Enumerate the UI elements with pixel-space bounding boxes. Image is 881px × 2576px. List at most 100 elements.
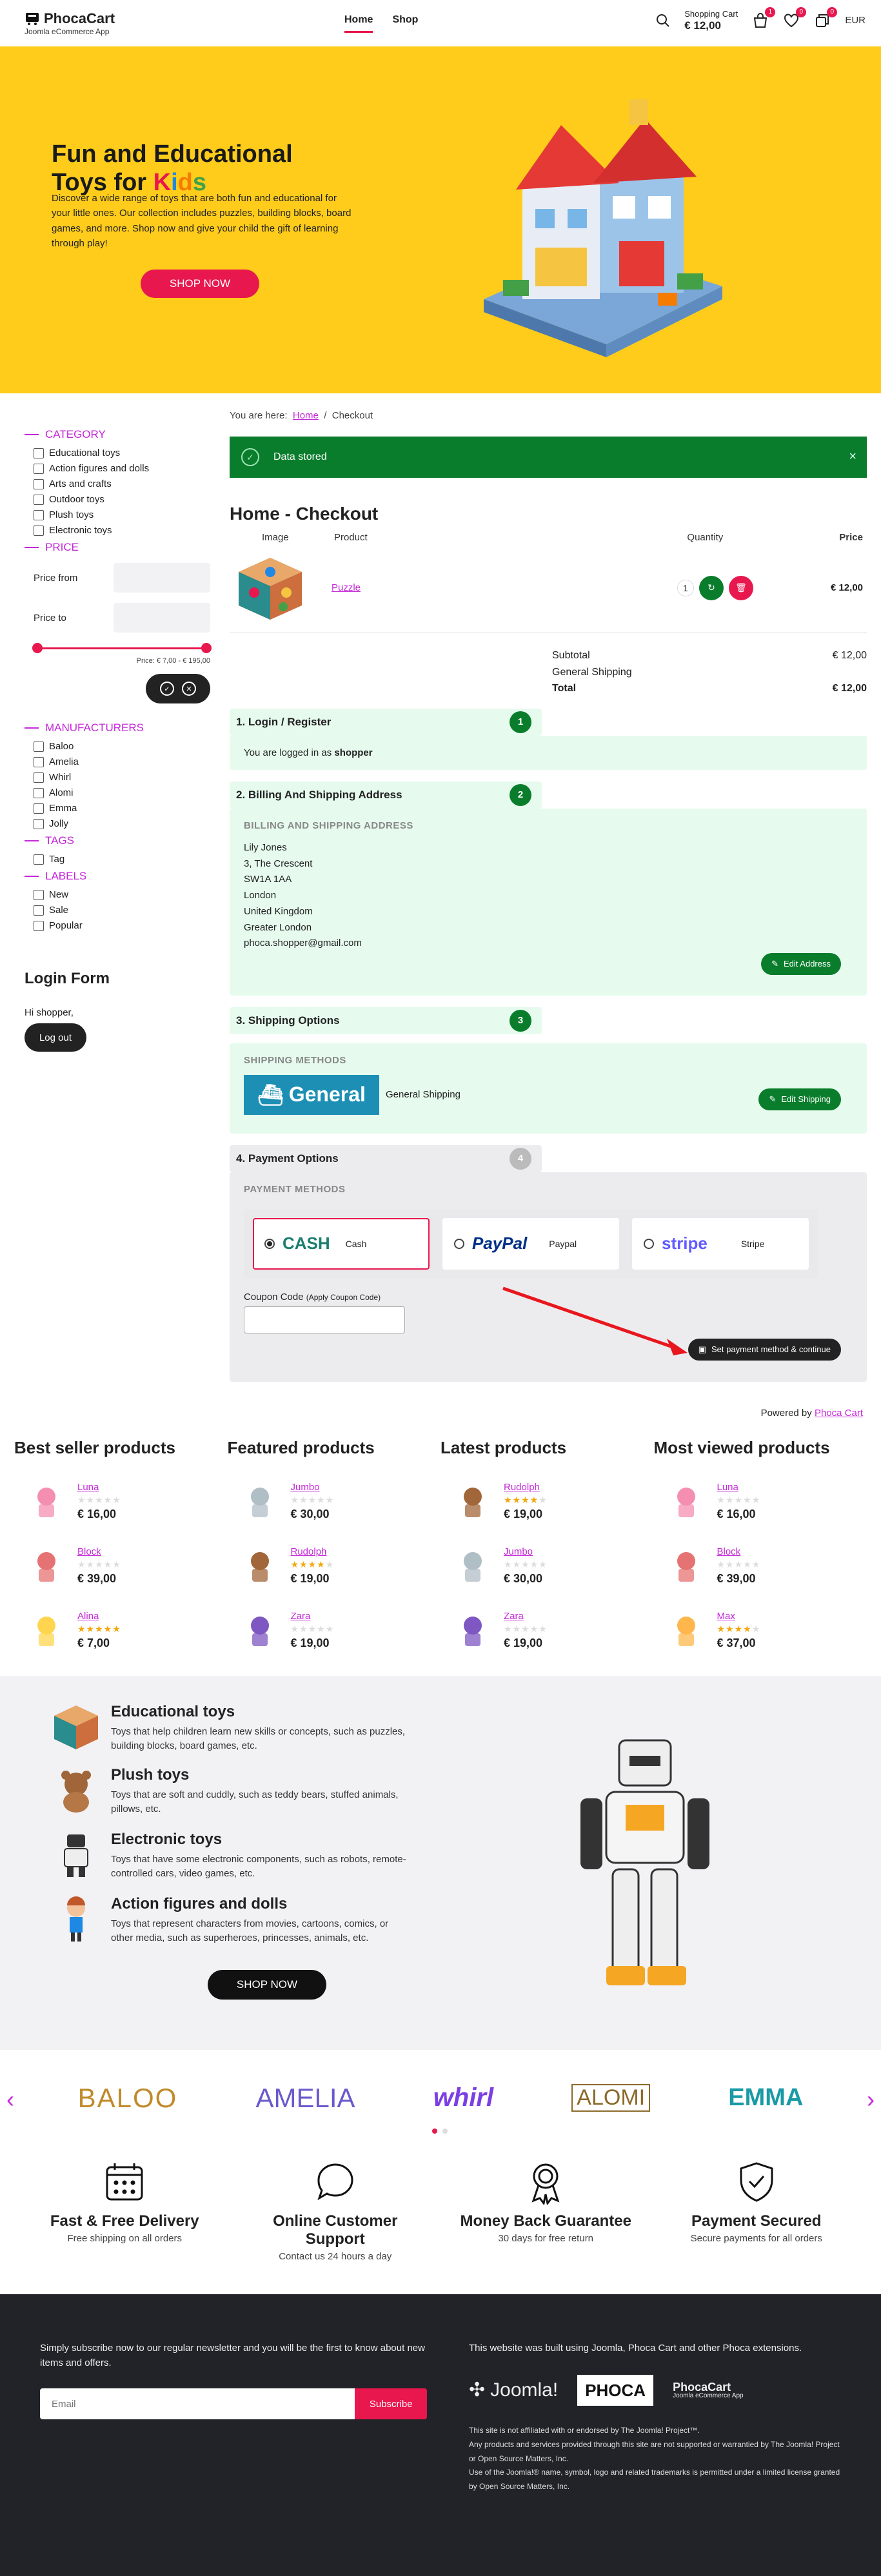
- product-thumbnail[interactable]: [455, 1484, 491, 1520]
- checkbox[interactable]: [34, 854, 44, 865]
- product-link[interactable]: Rudolph: [504, 1482, 540, 1493]
- product-link[interactable]: Block: [77, 1546, 101, 1557]
- filter-label-new[interactable]: New: [34, 889, 210, 900]
- carousel-dot[interactable]: [442, 2128, 448, 2134]
- brand-logo[interactable]: whirl: [433, 2083, 493, 2112]
- breadcrumb-home[interactable]: Home: [293, 410, 319, 421]
- checkbox[interactable]: [34, 905, 44, 916]
- filter-manufacturer[interactable]: Whirl: [34, 772, 210, 783]
- radio-selected[interactable]: [264, 1238, 275, 1249]
- product-thumbnail[interactable]: [28, 1613, 64, 1649]
- product-link[interactable]: Rudolph: [291, 1546, 327, 1557]
- coupon-input[interactable]: [244, 1306, 405, 1333]
- checkbox[interactable]: [34, 494, 44, 505]
- heart-icon[interactable]: 0: [783, 6, 807, 29]
- list-item[interactable]: Block ★★★★★ € 39,00: [14, 1534, 228, 1598]
- checkbox[interactable]: [34, 509, 44, 520]
- filter-category[interactable]: Electronic toys: [34, 525, 210, 536]
- product-thumbnail[interactable]: [668, 1613, 704, 1649]
- filter-category[interactable]: Arts and crafts: [34, 478, 210, 489]
- product-link[interactable]: Zara: [504, 1611, 524, 1622]
- product-link[interactable]: Jumbo: [504, 1546, 533, 1557]
- quantity-value[interactable]: 1: [677, 579, 694, 596]
- product-thumbnail[interactable]: [668, 1548, 704, 1584]
- filter-manufacturer[interactable]: Emma: [34, 803, 210, 814]
- brand-logo[interactable]: BALOO: [78, 2083, 178, 2114]
- newsletter-email-input[interactable]: [40, 2388, 355, 2420]
- filter-category[interactable]: Plush toys: [34, 509, 210, 520]
- list-item[interactable]: Luna ★★★★★ € 16,00: [654, 1470, 867, 1534]
- payment-option-paypal[interactable]: PayPal Paypal: [442, 1217, 619, 1270]
- product-link[interactable]: Puzzle: [332, 582, 361, 593]
- price-from-input[interactable]: [114, 563, 210, 593]
- product-thumbnail[interactable]: [28, 1548, 64, 1584]
- product-thumbnail[interactable]: [28, 1484, 64, 1520]
- brand-logo[interactable]: ALOMI: [571, 2084, 651, 2112]
- product-thumbnail[interactable]: [242, 1613, 278, 1649]
- set-payment-continue-button[interactable]: ▣ Set payment method & continue: [688, 1338, 841, 1361]
- checkbox[interactable]: [34, 741, 44, 752]
- checkbox[interactable]: [34, 920, 44, 931]
- list-item[interactable]: Luna ★★★★★ € 16,00: [14, 1470, 228, 1534]
- product-thumbnail[interactable]: [455, 1613, 491, 1649]
- search-icon[interactable]: [656, 14, 670, 28]
- checkbox[interactable]: [34, 525, 44, 536]
- chevron-right-icon[interactable]: ›: [867, 2086, 875, 2113]
- currency-selector[interactable]: EUR: [845, 15, 866, 26]
- site-logo[interactable]: PhocaCart Joomla eCommerce App: [25, 11, 115, 35]
- filter-category[interactable]: Action figures and dolls: [34, 463, 210, 474]
- checkbox[interactable]: [34, 818, 44, 829]
- trash-icon[interactable]: 🗑: [728, 575, 753, 600]
- edit-address-button[interactable]: ✎ Edit Address: [761, 952, 841, 975]
- product-link[interactable]: Zara: [291, 1611, 311, 1622]
- slider-max-handle[interactable]: [201, 643, 212, 653]
- refresh-icon[interactable]: ↻: [698, 575, 724, 600]
- category-item[interactable]: Educational toys Toys that help children …: [52, 1703, 413, 1754]
- filter-manufacturer[interactable]: Alomi: [34, 787, 210, 798]
- product-thumbnail[interactable]: [668, 1484, 704, 1520]
- list-item[interactable]: Rudolph ★★★★★ € 19,00: [440, 1470, 654, 1534]
- filter-label-sale[interactable]: Sale: [34, 905, 210, 916]
- nav-home[interactable]: Home: [344, 14, 373, 33]
- list-item[interactable]: Block ★★★★★ € 39,00: [654, 1534, 867, 1598]
- checkbox[interactable]: [34, 463, 44, 474]
- category-item[interactable]: Plush toys Toys that are soft and cuddly,…: [52, 1766, 413, 1817]
- product-link[interactable]: Jumbo: [291, 1482, 320, 1493]
- product-link[interactable]: Luna: [717, 1482, 738, 1493]
- filter-manufacturer[interactable]: Jolly: [34, 818, 210, 829]
- close-icon[interactable]: ×: [849, 449, 856, 464]
- category-item[interactable]: Electronic toys Toys that have some elect…: [52, 1831, 413, 1882]
- categories-shop-now-button[interactable]: SHOP NOW: [208, 1969, 326, 2000]
- logout-button[interactable]: Log out: [25, 1023, 86, 1052]
- filter-tag[interactable]: Tag: [34, 854, 210, 865]
- filter-manufacturer[interactable]: Amelia: [34, 756, 210, 767]
- list-item[interactable]: Jumbo ★★★★★ € 30,00: [440, 1534, 654, 1598]
- list-item[interactable]: Max ★★★★★ € 37,00: [654, 1598, 867, 1663]
- list-item[interactable]: Zara ★★★★★ € 19,00: [228, 1598, 441, 1663]
- brand-logo[interactable]: AMELIA: [256, 2083, 355, 2114]
- product-thumbnail[interactable]: [455, 1548, 491, 1584]
- filter-manufacturer[interactable]: Baloo: [34, 741, 210, 752]
- list-item[interactable]: Rudolph ★★★★★ € 19,00: [228, 1534, 441, 1598]
- brand-logo[interactable]: EMMA: [728, 2084, 803, 2112]
- subscribe-button[interactable]: Subscribe: [355, 2388, 427, 2420]
- filter-category[interactable]: Outdoor toys: [34, 494, 210, 505]
- chevron-left-icon[interactable]: ‹: [6, 2086, 14, 2113]
- phocacart-logo[interactable]: PhocaCart Joomla eCommerce App: [673, 2381, 744, 2399]
- product-link[interactable]: Luna: [77, 1482, 99, 1493]
- slider-min-handle[interactable]: [32, 643, 43, 653]
- product-thumbnail[interactable]: [242, 1548, 278, 1584]
- carousel-dot[interactable]: [432, 2128, 437, 2134]
- product-thumbnail[interactable]: [242, 1484, 278, 1520]
- shopping-cart-summary[interactable]: Shopping Cart € 12,00: [684, 9, 738, 32]
- nav-shop[interactable]: Shop: [392, 14, 418, 33]
- checkbox[interactable]: [34, 756, 44, 767]
- checkbox[interactable]: [34, 772, 44, 783]
- powered-by-link[interactable]: Phoca Cart: [815, 1408, 863, 1419]
- product-link[interactable]: Alina: [77, 1611, 99, 1622]
- radio[interactable]: [454, 1238, 464, 1249]
- payment-option-stripe[interactable]: stripe Stripe: [632, 1217, 809, 1270]
- clear-icon[interactable]: ✕: [182, 682, 196, 696]
- checkbox[interactable]: [34, 478, 44, 489]
- price-slider[interactable]: [32, 643, 212, 653]
